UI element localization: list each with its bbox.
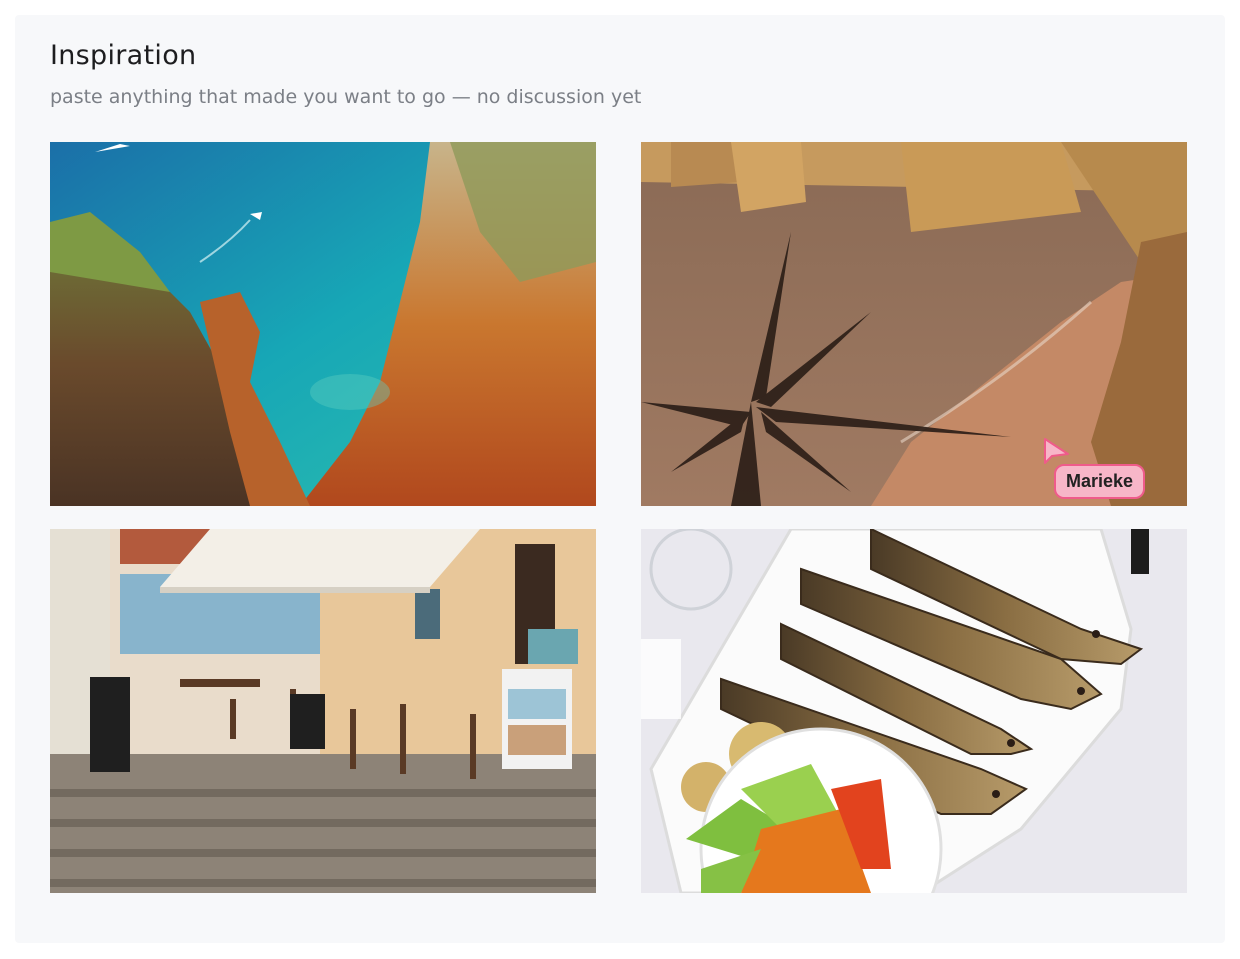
board-subtitle: paste anything that made you want to go … (50, 86, 642, 108)
image-tile-street-cafe[interactable] (50, 529, 596, 893)
image-tile-grilled-sardines[interactable] (641, 529, 1187, 893)
image-tile-sea-cliffs[interactable] (50, 142, 596, 506)
collaborator-cursor-icon (1044, 438, 1069, 464)
grilled-sardines-image (641, 529, 1187, 893)
image-tile-sunset-beach[interactable] (641, 142, 1187, 506)
collaborator-name-label: Marieke (1054, 464, 1146, 499)
sea-cliffs-image (50, 142, 596, 506)
street-cafe-image (50, 529, 596, 893)
sunset-beach-image (641, 142, 1187, 506)
board-title: Inspiration (50, 40, 197, 71)
